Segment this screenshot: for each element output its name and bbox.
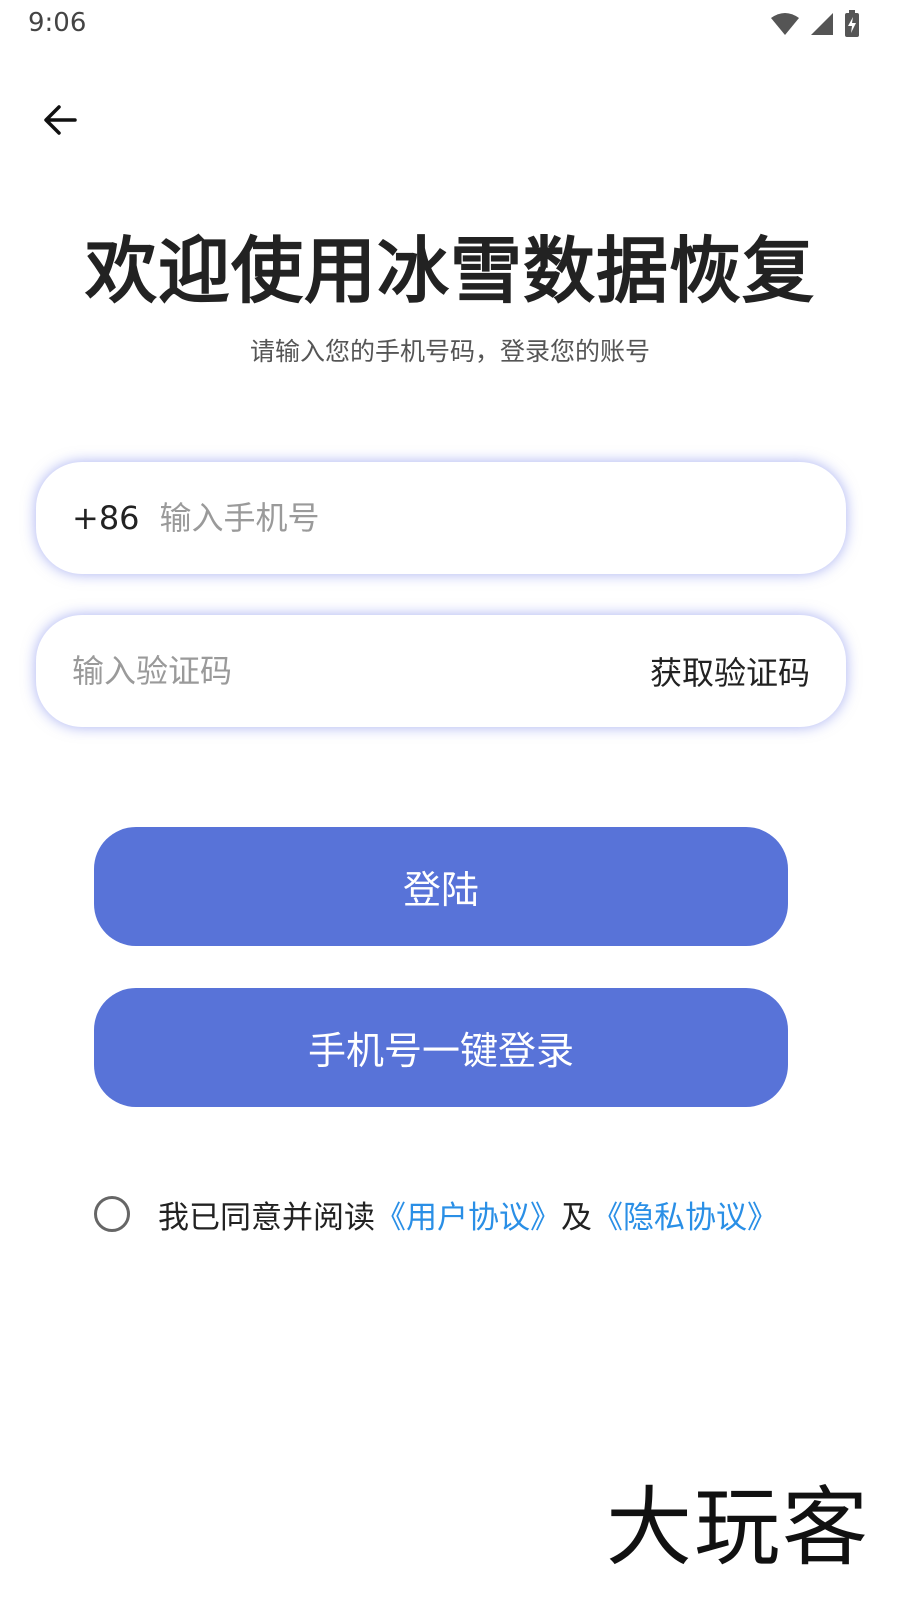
get-code-button[interactable]: 获取验证码 [650, 648, 810, 694]
signal-icon [811, 13, 833, 35]
phone-input[interactable] [159, 499, 810, 537]
verification-code-input[interactable] [72, 652, 650, 690]
login-button[interactable]: 登陆 [94, 827, 788, 946]
page-subtitle: 请输入您的手机号码，登录您的账号 [249, 337, 650, 366]
agreement-radio[interactable] [94, 1196, 130, 1232]
battery-charging-icon [845, 10, 859, 37]
status-bar: 9:06 [0, 0, 900, 52]
status-time: 9:06 [28, 8, 87, 38]
agreement-text: 我已同意并阅读 [158, 1199, 375, 1236]
back-button[interactable] [36, 96, 84, 144]
status-icons [770, 10, 860, 38]
watermark-logo: 大玩客 [606, 1478, 870, 1578]
page-title: 欢迎使用冰雪数据恢复 [84, 229, 815, 313]
code-field: 获取验证码 [36, 615, 846, 727]
country-code: +86 [72, 499, 140, 537]
wifi-icon [771, 13, 799, 35]
phone-field: +86 [36, 462, 846, 574]
agreement-and: 及 [561, 1199, 592, 1236]
user-agreement-link[interactable]: 《用户协议》 [375, 1192, 561, 1237]
one-key-login-button[interactable]: 手机号一键登录 [94, 988, 788, 1107]
login-screen: 9:06 欢迎使用冰雪数据恢复 请输入您的手机号码，登录您的账号 +86 获取验… [0, 0, 900, 1600]
arrow-left-icon [44, 105, 77, 135]
agreement-row: 我已同意并阅读 《用户协议》 及 《隐私协议》 [94, 1192, 778, 1236]
privacy-policy-link[interactable]: 《隐私协议》 [592, 1192, 778, 1237]
